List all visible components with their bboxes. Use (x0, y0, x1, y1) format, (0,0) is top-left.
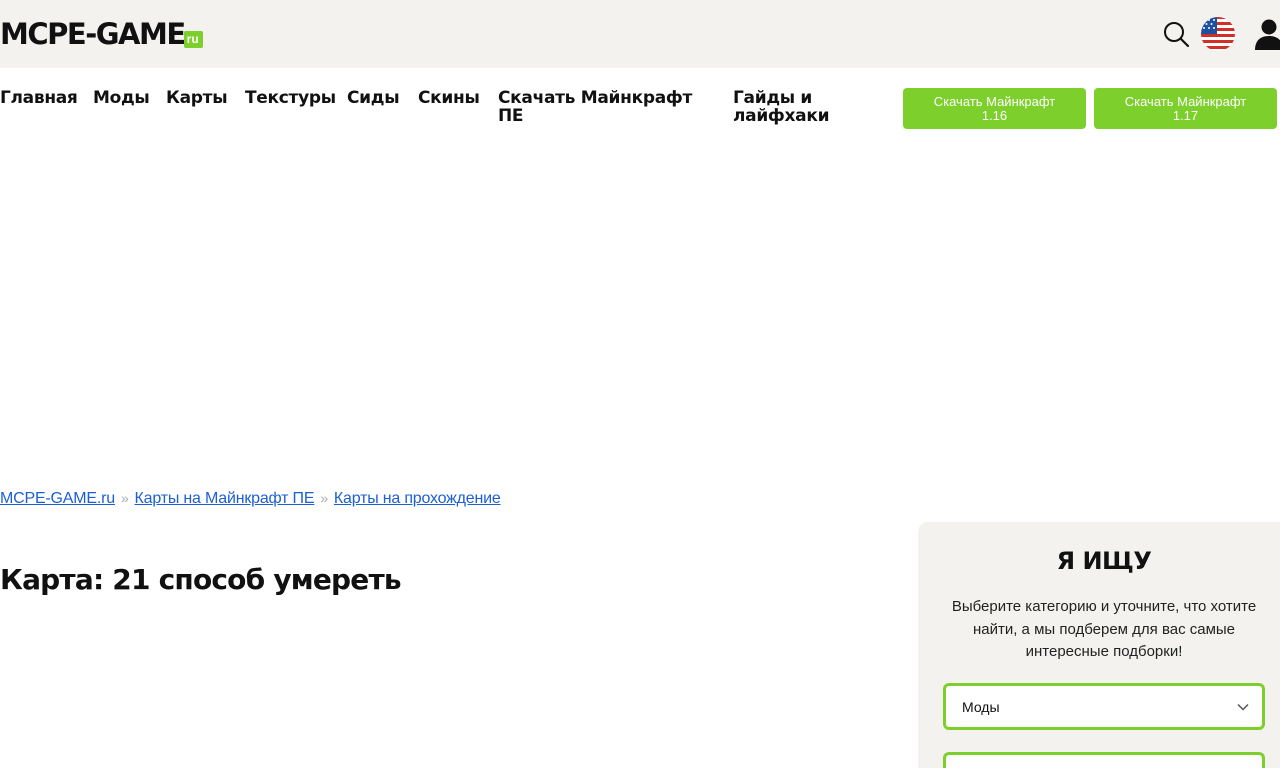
nav-item-textures[interactable]: Текстуры (245, 89, 336, 107)
download-minecraft-117-button[interactable]: Скачать Майнкрафт 1.17 (1094, 88, 1277, 129)
nav-item-skins[interactable]: Скины (418, 89, 480, 107)
download-minecraft-116-label: Скачать Майнкрафт 1.16 (933, 93, 1056, 123)
breadcrumb-maps-link[interactable]: Карты на Майнкрафт ПЕ (135, 490, 315, 507)
download-minecraft-116-button[interactable]: Скачать Майнкрафт 1.16 (903, 88, 1086, 129)
nav-item-maps[interactable]: Карты (166, 89, 228, 107)
search-sidebar: Я ИЩУ Выберите категорию и уточните, что… (918, 522, 1280, 768)
nav-item-mods[interactable]: Моды (93, 89, 150, 107)
site-logo[interactable]: MCPE-GAME ru (0, 17, 203, 51)
nav-item-download-minecraft-pe[interactable]: Скачать Майнкрафт ПЕ (498, 89, 698, 125)
logo-domain-badge: ru (183, 31, 203, 48)
breadcrumb: MCPE-GAME.ru » Карты на Майнкрафт ПЕ » Карты… (0, 488, 501, 509)
search-icon[interactable] (1162, 20, 1190, 48)
logo-text: MCPE-GAME (0, 17, 186, 51)
category-select-value: Моды (962, 698, 1000, 715)
chevron-down-icon (1237, 703, 1249, 711)
breadcrumb-separator: » (320, 490, 328, 506)
breadcrumb-separator: » (120, 490, 129, 506)
sidebar-description: Выберите категорию и уточните, что хотит… (951, 598, 1257, 660)
sidebar-title: Я ИЩУ (1056, 547, 1152, 575)
user-icon[interactable] (1254, 18, 1280, 50)
download-minecraft-117-label: Скачать Майнкрафт 1.17 (1124, 93, 1247, 123)
breadcrumb-walkthrough-maps-link[interactable]: Карты на прохождение (334, 490, 501, 507)
subcategory-select[interactable] (943, 752, 1265, 768)
nav-item-guides[interactable]: Гайды и лайфхаки (733, 89, 843, 125)
breadcrumb-home-link[interactable]: MCPE-GAME.ru (0, 490, 115, 507)
page-title: Карта: 21 способ умереть (0, 563, 402, 596)
site-header: MCPE-GAME ru (0, 0, 1280, 68)
nav-item-seeds[interactable]: Сиды (347, 89, 400, 107)
nav-item-home[interactable]: Главная (0, 89, 78, 107)
us-flag-icon[interactable] (1200, 16, 1236, 52)
category-select[interactable]: Моды (943, 683, 1265, 730)
